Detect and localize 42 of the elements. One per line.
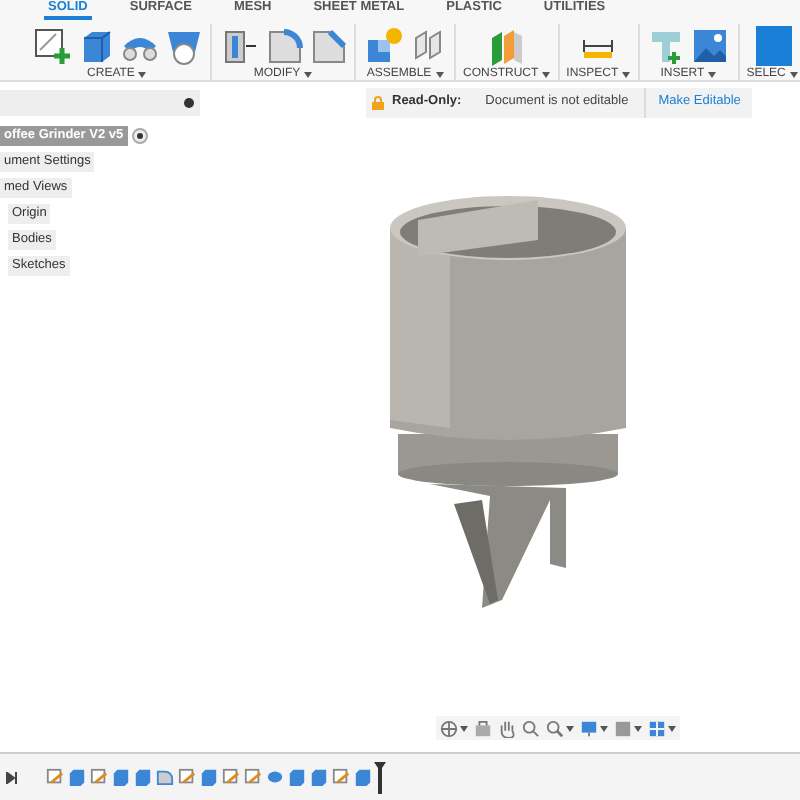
skip-end-icon[interactable]	[6, 771, 18, 783]
sketch-feature-icon[interactable]	[332, 768, 350, 786]
caret-icon	[634, 725, 642, 731]
select-icon[interactable]	[752, 25, 793, 65]
fillet-icon[interactable]	[263, 25, 303, 65]
caret-icon	[542, 71, 551, 77]
caret-icon	[600, 725, 608, 731]
caret-icon	[304, 71, 313, 77]
sketch-feature-icon[interactable]	[46, 768, 64, 786]
image-icon[interactable]	[690, 25, 731, 65]
lock-icon	[372, 95, 384, 109]
grid-icon[interactable]	[648, 719, 666, 737]
visual-style-icon[interactable]	[614, 719, 632, 737]
timeline-marker-icon[interactable]	[374, 761, 386, 793]
revolve-feature-icon[interactable]	[266, 768, 284, 786]
fillet-feature-icon[interactable]	[156, 768, 174, 786]
extrude-feature-icon[interactable]	[68, 768, 86, 786]
caret-icon	[138, 71, 147, 77]
radio-icon[interactable]	[131, 128, 148, 144]
caret-icon	[460, 725, 468, 731]
sketch-icon[interactable]	[31, 25, 71, 65]
sketch-feature-icon[interactable]	[90, 768, 108, 786]
sketch-feature-icon[interactable]	[244, 768, 262, 786]
pin-icon[interactable]	[184, 97, 194, 107]
caret-icon	[435, 71, 444, 77]
press-pull-icon[interactable]	[219, 25, 259, 65]
zoom-icon[interactable]	[546, 719, 564, 737]
component-icon[interactable]	[363, 25, 403, 65]
caret-icon	[668, 725, 676, 731]
caret-icon	[622, 71, 631, 77]
caret-icon	[708, 71, 717, 77]
pan-icon[interactable]	[498, 719, 516, 737]
sketch-feature-icon[interactable]	[178, 768, 196, 786]
display-icon[interactable]	[580, 719, 598, 737]
plane-icon[interactable]	[486, 25, 527, 65]
extrude-feature-icon[interactable]	[200, 768, 218, 786]
caret-icon	[566, 725, 574, 731]
sketch-feature-icon[interactable]	[222, 768, 240, 786]
caret-icon	[789, 71, 798, 77]
zoom-fit-icon[interactable]	[522, 719, 540, 737]
chamfer-icon[interactable]	[307, 25, 347, 65]
orbit-icon[interactable]	[440, 719, 458, 737]
